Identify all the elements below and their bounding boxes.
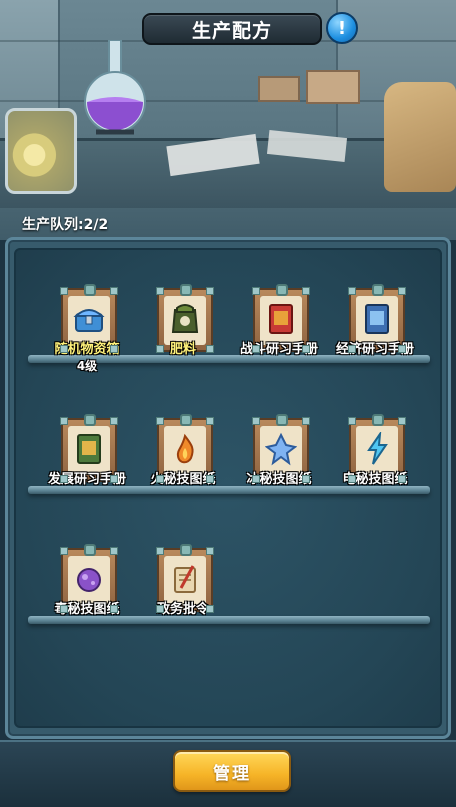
jar-icon <box>5 108 77 194</box>
fertilizer-sack-icon <box>171 304 199 333</box>
info-icon[interactable]: ! <box>326 12 358 44</box>
recipe-item-combat-manual[interactable]: 战斗研习手册 <box>229 284 329 384</box>
page-title: 生产配方 <box>142 13 322 45</box>
recipe-item-ice-blueprint[interactable]: 冰秘技图纸 <box>229 414 329 514</box>
potion-flask-icon <box>84 40 146 135</box>
green-book-icon <box>77 434 101 464</box>
ice-blueprint-icon <box>265 432 297 466</box>
poison-blueprint-icon <box>77 568 101 592</box>
recipe-item-lightning-blueprint[interactable]: 电秘技图纸 <box>325 414 425 514</box>
recipe-label: 经济研习手册 <box>335 342 414 357</box>
leaf-sack-icon <box>384 82 456 192</box>
manage-button[interactable]: 管理 <box>173 750 291 792</box>
recipe-item-fire-blueprint[interactable]: 火秘技图纸 <box>133 414 233 514</box>
crate <box>306 70 360 104</box>
fire-blueprint-icon <box>176 433 194 464</box>
recipe-label: 政务批令 <box>156 602 209 617</box>
recipe-item-economy-manual[interactable]: 经济研习手册 <box>325 284 425 384</box>
recipe-item-poison-blueprint[interactable]: 毒秘技图纸 <box>37 544 137 644</box>
recipe-item-fertilizer[interactable]: 肥料 <box>133 284 233 384</box>
recipe-label: 电秘技图纸 <box>342 472 408 487</box>
chest-icon <box>73 309 105 332</box>
lightning-blueprint-icon <box>367 432 388 465</box>
production-queue-label: 生产队列:2/2 <box>22 217 109 233</box>
recipe-level: 4级 <box>76 359 98 373</box>
crate <box>258 76 300 102</box>
recipe-item-random-supply-box[interactable]: 随机物资箱 4级 <box>37 284 137 384</box>
recipe-item-development-manual[interactable]: 发展研习手册 <box>37 414 137 514</box>
recipe-item-government-decree[interactable]: 政务批令 <box>133 544 233 644</box>
blue-book-icon <box>365 304 389 334</box>
red-book-icon <box>269 304 293 334</box>
scroll-quill-icon <box>174 565 196 593</box>
